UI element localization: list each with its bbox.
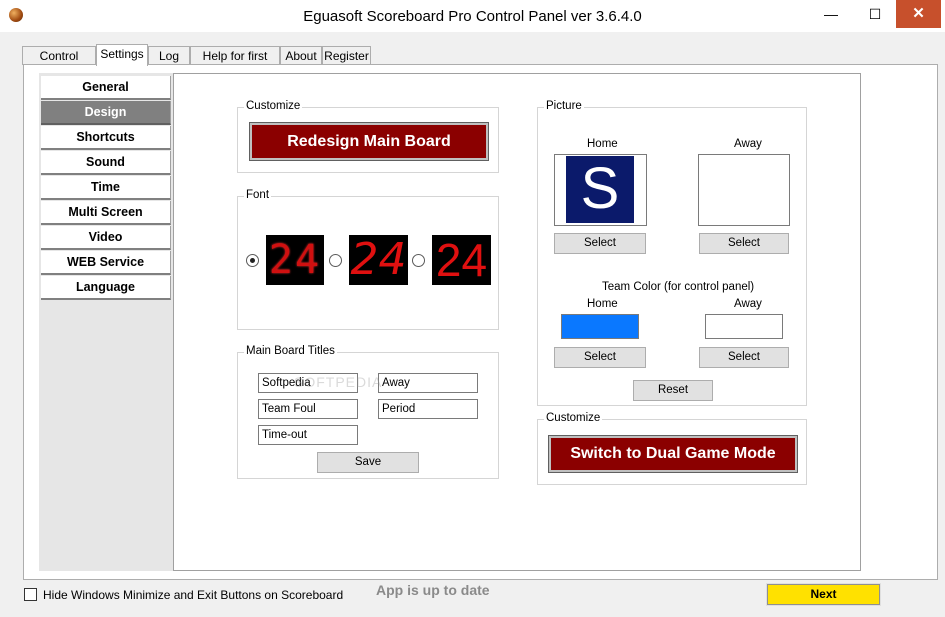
- team-color-home-label: Home: [587, 298, 618, 310]
- main-board-titles-label: Main Board Titles: [244, 345, 337, 357]
- team-foul-title-input[interactable]: Team Foul: [258, 399, 358, 419]
- home-color-swatch: [561, 314, 639, 339]
- period-title-input[interactable]: Period: [378, 399, 478, 419]
- tab-help-first-step[interactable]: Help for first step: [190, 46, 280, 81]
- customize-group-label: Customize: [244, 100, 303, 112]
- picture-group-label: Picture: [544, 100, 584, 112]
- switch-dual-game-mode-button[interactable]: Switch to Dual Game Mode: [548, 435, 798, 473]
- tab-control-panel[interactable]: Control Panel: [22, 46, 96, 81]
- title-bar: Eguasoft Scoreboard Pro Control Panel ve…: [0, 0, 945, 32]
- away-title-input[interactable]: Away: [378, 373, 478, 393]
- sidebar-item-general[interactable]: General: [41, 76, 171, 100]
- home-picture-select-button[interactable]: Select: [554, 233, 646, 254]
- picture-group: Picture Home Away S Select Select Team C…: [537, 100, 807, 406]
- customize-dual-label: Customize: [544, 412, 603, 424]
- customize-group: Customize Redesign Main Board: [237, 100, 499, 173]
- softpedia-watermark: SOFTPEDIA: [294, 374, 383, 390]
- redesign-main-board-button[interactable]: Redesign Main Board: [249, 122, 489, 161]
- hide-buttons-label: Hide Windows Minimize and Exit Buttons o…: [43, 588, 344, 602]
- sidebar-item-video[interactable]: Video: [41, 226, 171, 250]
- minimize-button[interactable]: —: [808, 0, 854, 28]
- timeout-title-input[interactable]: Time-out: [258, 425, 358, 445]
- window-title: Eguasoft Scoreboard Pro Control Panel ve…: [303, 8, 642, 25]
- font-radio-segment[interactable]: [329, 254, 342, 267]
- save-titles-button[interactable]: Save: [317, 452, 419, 473]
- away-color-swatch: [705, 314, 783, 339]
- tab-log[interactable]: Log: [148, 46, 190, 65]
- tab-about[interactable]: About: [280, 46, 322, 65]
- design-content: Customize Redesign Main Board Font 24 24…: [173, 73, 861, 571]
- tab-settings[interactable]: Settings: [96, 44, 148, 66]
- away-picture-select-button[interactable]: Select: [699, 233, 789, 254]
- home-color-select-button[interactable]: Select: [554, 347, 646, 368]
- sidebar-item-web-service[interactable]: WEB Service: [41, 251, 171, 275]
- font-group: Font 24 24 24: [237, 189, 499, 330]
- sidebar-item-multi-screen[interactable]: Multi Screen: [41, 201, 171, 225]
- maximize-button[interactable]: ☐: [852, 0, 898, 28]
- sidebar-item-shortcuts[interactable]: Shortcuts: [41, 126, 171, 150]
- team-color-label: Team Color (for control panel): [602, 281, 755, 293]
- sidebar-item-design[interactable]: Design: [41, 101, 171, 125]
- next-button[interactable]: Next: [766, 583, 881, 606]
- update-status: App is up to date: [376, 582, 490, 598]
- settings-sidebar: General Design Shortcuts Sound Time Mult…: [39, 73, 173, 571]
- team-color-away-label: Away: [734, 298, 762, 310]
- home-picture-box: S: [554, 154, 647, 226]
- picture-home-label: Home: [587, 138, 618, 150]
- hide-buttons-checkbox[interactable]: [24, 588, 37, 601]
- sidebar-item-sound[interactable]: Sound: [41, 151, 171, 175]
- reset-button[interactable]: Reset: [633, 380, 713, 401]
- tab-register[interactable]: Register: [322, 46, 371, 65]
- font-sample-plain: 24: [432, 235, 491, 285]
- away-picture-box: [698, 154, 790, 226]
- customize-dual-group: Customize Switch to Dual Game Mode: [537, 412, 807, 485]
- font-radio-plain[interactable]: [412, 254, 425, 267]
- sidebar-item-time[interactable]: Time: [41, 176, 171, 200]
- main-board-titles-group: Main Board Titles Softpedia Away Team Fo…: [237, 345, 499, 479]
- home-team-logo: S: [566, 156, 634, 223]
- font-sample-segment: 24: [349, 235, 408, 285]
- away-color-select-button[interactable]: Select: [699, 347, 789, 368]
- font-group-label: Font: [244, 189, 272, 201]
- sidebar-item-language[interactable]: Language: [41, 276, 171, 300]
- font-sample-dotted: 24: [266, 235, 324, 285]
- picture-away-label: Away: [734, 138, 762, 150]
- font-radio-dotted[interactable]: [246, 254, 259, 267]
- close-button[interactable]: ✕: [896, 0, 941, 28]
